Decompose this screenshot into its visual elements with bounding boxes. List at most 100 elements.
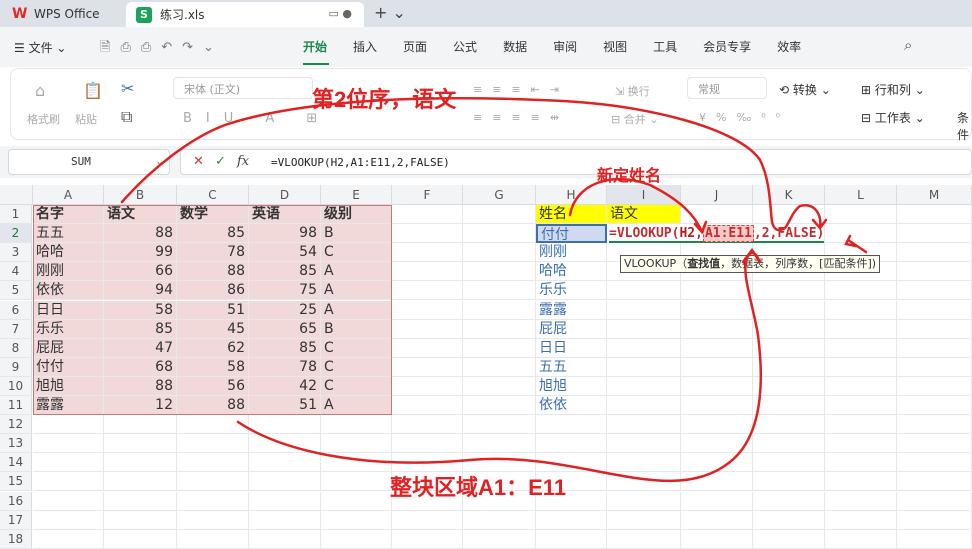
empty-cell[interactable] xyxy=(392,434,463,454)
empty-cell[interactable] xyxy=(104,415,177,435)
empty-cell[interactable] xyxy=(177,415,249,435)
empty-cell[interactable] xyxy=(897,300,972,320)
format-painter-icon[interactable]: ⌂ xyxy=(35,81,45,100)
empty-cell[interactable] xyxy=(825,357,897,377)
row-header-5[interactable]: 5 xyxy=(0,281,32,301)
new-tab-icon[interactable]: + ⌄ xyxy=(374,3,406,22)
empty-cell[interactable] xyxy=(753,319,825,339)
empty-cell[interactable] xyxy=(897,396,972,415)
empty-cell[interactable] xyxy=(681,453,753,473)
empty-cell[interactable] xyxy=(825,434,897,454)
row-header-2[interactable]: 2 xyxy=(0,224,32,244)
column-header-k[interactable]: K xyxy=(753,185,825,205)
empty-cell[interactable] xyxy=(33,453,104,473)
empty-cell[interactable] xyxy=(681,357,753,377)
empty-cell[interactable] xyxy=(463,224,536,244)
empty-cell[interactable] xyxy=(177,472,249,492)
empty-cell[interactable] xyxy=(392,338,463,358)
lookup-name-cell[interactable]: 依依 xyxy=(536,396,607,415)
empty-cell[interactable] xyxy=(392,262,463,282)
empty-cell[interactable] xyxy=(897,434,972,454)
row-header-3[interactable]: 3 xyxy=(0,243,32,263)
empty-cell[interactable] xyxy=(825,376,897,396)
file-tab[interactable]: S 练习.xls ▭ ● xyxy=(126,2,364,27)
empty-cell[interactable] xyxy=(607,300,681,320)
column-header-c[interactable]: C xyxy=(177,185,249,205)
empty-cell[interactable] xyxy=(607,338,681,358)
wps-home-tab[interactable]: W WPS Office xyxy=(0,0,124,27)
empty-cell[interactable] xyxy=(681,472,753,492)
tab-controls-icon[interactable]: ▭ ● xyxy=(329,7,353,20)
tab-efficiency[interactable]: 效率 xyxy=(777,38,801,55)
empty-cell[interactable] xyxy=(897,338,972,358)
empty-cell[interactable] xyxy=(536,434,607,454)
lookup-name-cell[interactable]: 屁屁 xyxy=(536,319,607,339)
empty-cell[interactable] xyxy=(33,415,104,435)
empty-cell[interactable] xyxy=(607,357,681,377)
copy-icon[interactable]: ⧉ xyxy=(121,107,132,127)
empty-cell[interactable] xyxy=(392,415,463,435)
empty-cell[interactable] xyxy=(104,453,177,473)
column-header-d[interactable]: D xyxy=(249,185,321,205)
empty-cell[interactable] xyxy=(249,434,321,454)
align-top-icons[interactable]: ≡≡≡⇤⇥ xyxy=(473,83,569,96)
column-header-g[interactable]: G xyxy=(463,185,536,205)
empty-cell[interactable] xyxy=(177,491,249,511)
column-header-f[interactable]: F xyxy=(392,185,463,205)
empty-cell[interactable] xyxy=(33,510,104,530)
empty-cell[interactable] xyxy=(753,376,825,396)
empty-cell[interactable] xyxy=(825,338,897,358)
empty-cell[interactable] xyxy=(681,434,753,454)
empty-cell[interactable] xyxy=(681,205,753,224)
empty-cell[interactable] xyxy=(463,376,536,396)
empty-cell[interactable] xyxy=(463,510,536,530)
empty-cell[interactable] xyxy=(897,453,972,473)
empty-cell[interactable] xyxy=(607,415,681,435)
empty-cell[interactable] xyxy=(392,510,463,530)
empty-cell[interactable] xyxy=(753,300,825,320)
empty-cell[interactable] xyxy=(681,396,753,415)
cancel-icon[interactable]: ✕ xyxy=(193,154,204,169)
tab-home[interactable]: 开始 xyxy=(303,38,327,55)
empty-cell[interactable] xyxy=(897,205,972,224)
empty-cell[interactable] xyxy=(463,262,536,282)
column-header-b[interactable]: B xyxy=(104,185,177,205)
empty-cell[interactable] xyxy=(607,281,681,301)
empty-cell[interactable] xyxy=(753,357,825,377)
tab-review[interactable]: 审阅 xyxy=(553,38,577,55)
empty-cell[interactable] xyxy=(825,396,897,415)
quick-access-icons[interactable]: 🗎⎙⎙↶↷⌄ xyxy=(100,38,224,60)
convert-button[interactable]: ⟲ 转换 ⌄ xyxy=(779,81,831,98)
empty-cell[interactable] xyxy=(249,491,321,511)
empty-cell[interactable] xyxy=(177,453,249,473)
empty-cell[interactable] xyxy=(753,510,825,530)
empty-cell[interactable] xyxy=(825,510,897,530)
empty-cell[interactable] xyxy=(463,338,536,358)
empty-cell[interactable] xyxy=(463,281,536,301)
rows-cols-button[interactable]: ⊞ 行和列 ⌄ xyxy=(861,81,925,98)
tab-data[interactable]: 数据 xyxy=(503,38,527,55)
column-header-a[interactable]: A xyxy=(33,185,104,205)
empty-cell[interactable] xyxy=(607,472,681,492)
merge-button[interactable]: ⊟ 合并 ⌄ xyxy=(611,111,658,127)
empty-cell[interactable] xyxy=(681,415,753,435)
tab-member[interactable]: 会员专享 xyxy=(703,38,751,55)
empty-cell[interactable] xyxy=(753,338,825,358)
empty-cell[interactable] xyxy=(681,300,753,320)
empty-cell[interactable] xyxy=(825,281,897,301)
lookup-name-cell[interactable]: 哈哈 xyxy=(536,262,607,282)
empty-cell[interactable] xyxy=(897,472,972,492)
empty-cell[interactable] xyxy=(33,491,104,511)
empty-cell[interactable] xyxy=(897,319,972,339)
empty-cell[interactable] xyxy=(897,281,972,301)
row-header-11[interactable]: 11 xyxy=(0,396,32,415)
empty-cell[interactable] xyxy=(825,453,897,473)
empty-cell[interactable] xyxy=(753,205,825,224)
row-header-14[interactable]: 14 xyxy=(0,453,32,473)
select-all-corner[interactable] xyxy=(0,185,33,205)
empty-cell[interactable] xyxy=(897,415,972,435)
name-box[interactable]: SUM ⌄ xyxy=(8,149,170,175)
row-header-13[interactable]: 13 xyxy=(0,434,32,454)
empty-cell[interactable] xyxy=(104,434,177,454)
lookup-name-cell[interactable]: 露露 xyxy=(536,300,607,320)
